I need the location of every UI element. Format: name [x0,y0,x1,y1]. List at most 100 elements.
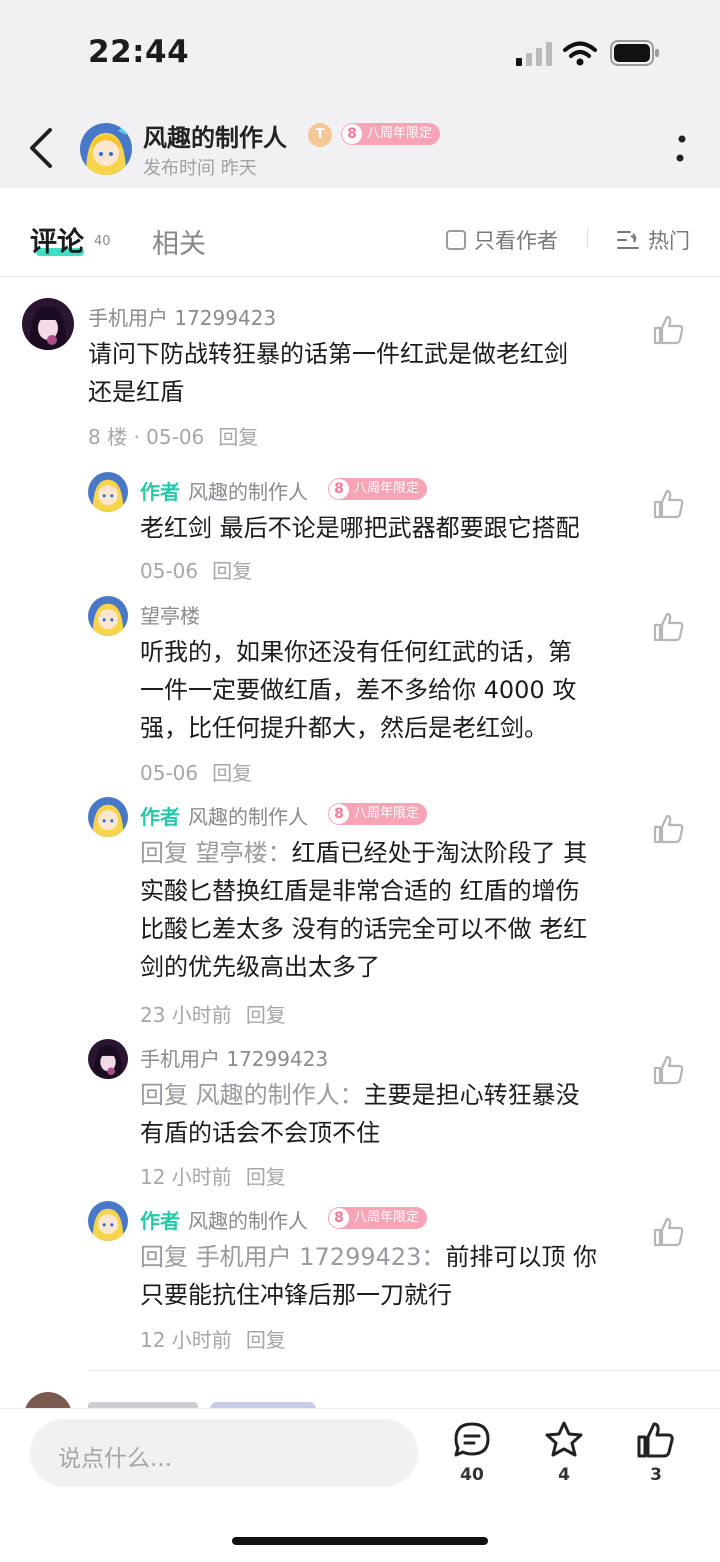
author-avatar-small[interactable] [88,472,128,512]
sort-hot-button[interactable]: 热门 [616,225,690,255]
publish-time: 发布时间 昨天 [143,158,257,179]
reply-username[interactable]: 作者 风趣的制作人 [140,476,308,505]
reply-user: 风趣的制作人 [188,480,308,504]
author-tag: 作者 [140,805,180,829]
battery-icon [610,40,659,66]
home-indicator [232,1537,488,1545]
author-avatar-small[interactable] [88,797,128,837]
like-icon[interactable] [652,313,686,347]
author-avatar[interactable] [80,123,132,175]
checkbox-icon[interactable] [446,230,466,250]
like-icon[interactable] [652,812,686,846]
author-avatar-small[interactable] [88,1201,128,1241]
comment-count: 40 [460,1465,484,1485]
badge-label: 八周年限定 [354,1210,420,1225]
reply-line: 一件一定要做红盾，差不多给你 4000 攻 [140,676,577,704]
like-icon[interactable] [652,1053,686,1087]
only-author-label: 只看作者 [474,229,558,253]
reply-line: 比酸匕差太多 没有的话完全可以不做 老红 [140,915,588,943]
comment-input[interactable]: 说点什么... [30,1419,418,1487]
like-count: 3 [650,1465,662,1485]
reply-meta: 05-06 回复 [140,555,252,584]
author-name[interactable]: 风趣的制作人 [143,118,287,153]
badge-label: 八周年限定 [354,806,420,821]
reply-line: 剑的优先级高出太多了 [140,953,380,981]
reply-username[interactable]: 望亭楼 [140,600,200,629]
wifi-icon [563,41,597,66]
reply-meta: 05-06 回复 [140,757,252,786]
badge-number: 8 [329,804,349,824]
comment-floor-date: 8 楼 · 05-06 [88,425,205,449]
user-avatar[interactable] [22,298,74,350]
author-tag: 作者 [140,480,180,504]
like-icon[interactable] [652,610,686,644]
user-avatar[interactable] [88,1039,128,1079]
reply-button[interactable]: 回复 [212,761,252,785]
comment-meta: 8 楼 · 05-06 回复 [88,421,258,450]
tab-comments-count: 40 [94,234,111,249]
anniversary-badge: 8 八周年限定 [341,123,441,145]
sort-label: 热门 [648,229,690,253]
reply-username[interactable]: 手机用户 17299423 [140,1043,328,1072]
reply-line: 主要是担心转狂暴没 [363,1081,580,1109]
reply-text: 老红剑 最后不论是哪把武器都要跟它搭配 [140,509,580,547]
reply-line: 老红剑 最后不论是哪把武器都要跟它搭配 [140,514,580,542]
tab-comments[interactable]: 评论 [30,220,84,259]
badge-number: 8 [329,479,349,499]
reply-to-prefix[interactable]: 回复 手机用户 17299423： [140,1243,445,1271]
badge-number: 8 [329,1208,349,1228]
reply-username[interactable]: 作者 风趣的制作人 [140,1205,308,1234]
signal-icon [516,42,552,66]
reply-user: 风趣的制作人 [188,805,308,829]
reply-line: 听我的，如果你还没有任何红武的话，第 [140,638,572,666]
reply-line: 实酸匕替换红盾是非常合适的 红盾的增伤 [140,877,580,905]
reply-text: 回复 望亭楼：红盾已经处于淘汰阶段了 其 实酸匕替换红盾是非常合适的 红盾的增伤… [140,834,630,986]
status-time: 22:44 [88,34,190,70]
reply-to-prefix[interactable]: 回复 风趣的制作人： [140,1081,364,1109]
anniversary-badge: 8 八周年限定 [328,478,428,500]
reply-button[interactable]: 回复 [218,425,258,449]
reply-button[interactable]: 回复 [246,1165,286,1189]
reply-button[interactable]: 回复 [246,1328,286,1352]
badge-number: 8 [342,124,362,144]
reply-text: 回复 风趣的制作人：主要是担心转狂暴没 有盾的话会不会顶不住 [140,1076,630,1152]
level-badge: T [308,123,332,147]
user-avatar[interactable] [88,596,128,636]
reply-username[interactable]: 作者 风趣的制作人 [140,801,308,830]
reply-to-prefix[interactable]: 回复 望亭楼： [140,839,292,867]
like-icon[interactable] [652,1215,686,1249]
comment-input-placeholder: 说点什么... [58,1446,172,1472]
comment-username[interactable]: 手机用户 17299423 [88,302,276,331]
like-icon[interactable] [636,1420,676,1460]
back-icon[interactable] [22,122,62,172]
reply-text: 回复 手机用户 17299423：前排可以顶 你 只要能抗住冲锋后那一刀就行 [140,1238,630,1314]
comment-text: 请问下防战转狂暴的话第一件红武是做老红剑 还是红盾 [88,335,568,411]
reply-button[interactable]: 回复 [212,559,252,583]
reply-line: 前排可以顶 你 [445,1243,598,1271]
favorite-count: 4 [558,1465,570,1485]
tab-related[interactable]: 相关 [152,222,206,261]
anniversary-badge: 8 八周年限定 [328,1207,428,1229]
top-header: 22:44 风趣的制作人 T 8 八周年限定 发布时间 昨天 [0,0,720,188]
reply-meta: 12 小时前 回复 [140,1161,286,1190]
thread-separator [88,1370,720,1371]
reply-line: 有盾的话会不会顶不住 [140,1119,380,1147]
reply-text: 听我的，如果你还没有任何红武的话，第 一件一定要做红盾，差不多给你 4000 攻… [140,633,576,747]
like-icon[interactable] [652,487,686,521]
more-icon[interactable] [676,134,686,164]
reply-user: 风趣的制作人 [188,1209,308,1233]
reply-line: 只要能抗住冲锋后那一刀就行 [140,1281,452,1309]
reply-meta: 12 小时前 回复 [140,1324,286,1353]
anniversary-badge: 8 八周年限定 [328,803,428,825]
reply-meta: 23 小时前 回复 [140,999,286,1028]
tabs-bar [0,188,720,277]
author-tag: 作者 [140,1209,180,1233]
reply-line: 强，比任何提升都大，然后是老红剑。 [140,714,548,742]
comment-line: 请问下防战转狂暴的话第一件红武是做老红剑 [88,340,568,368]
sort-icon [617,231,639,249]
star-icon[interactable] [544,1420,584,1460]
only-author-toggle[interactable]: 只看作者 [446,225,558,255]
divider [587,228,588,248]
comment-icon[interactable] [452,1420,492,1460]
reply-button[interactable]: 回复 [246,1003,286,1027]
